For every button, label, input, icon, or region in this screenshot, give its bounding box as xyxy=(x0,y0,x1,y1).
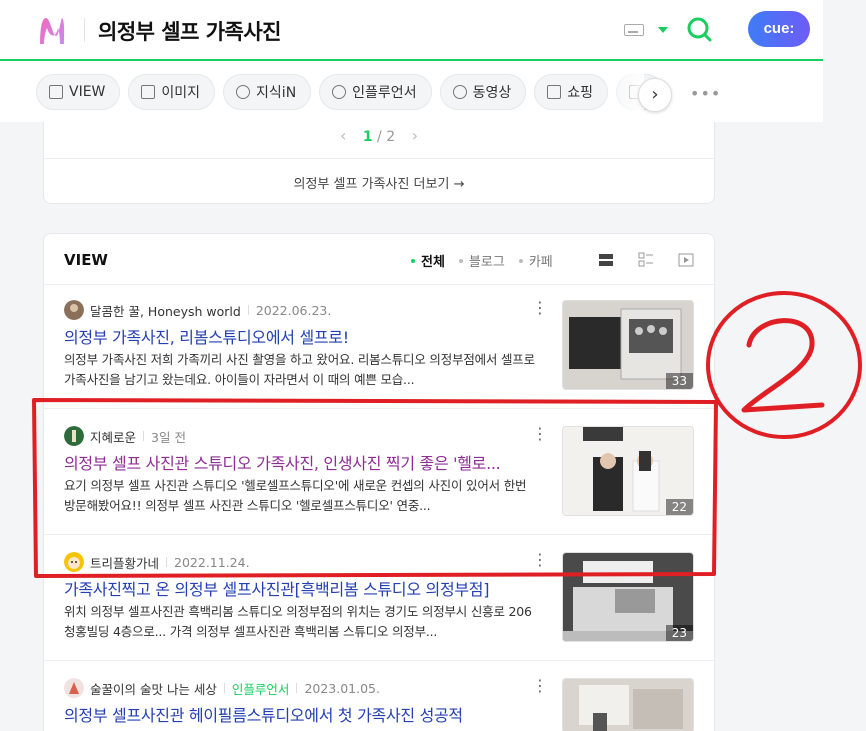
divider xyxy=(44,284,714,285)
annotation-highlight-box xyxy=(32,398,718,578)
tab-label: 쇼핑 xyxy=(567,85,593,101)
bag-icon xyxy=(547,85,562,99)
divider xyxy=(44,158,714,159)
post-date: 2023.01.05. xyxy=(304,680,380,696)
avatar[interactable] xyxy=(64,678,84,698)
tab-influencer[interactable]: 인플루언서 xyxy=(319,74,432,110)
q-icon xyxy=(236,85,251,99)
search-header: 의정부 셀프 가족사진 cue: VIEW 이미지 지식iN 인플루언서 동영상… xyxy=(0,0,823,122)
image-count-badge: 23 xyxy=(665,625,693,641)
video-view-icon[interactable] xyxy=(678,252,694,268)
filter-cafe[interactable]: 카페 xyxy=(519,251,553,270)
filter-blog[interactable]: 블로그 xyxy=(459,251,505,270)
chevron-down-icon[interactable] xyxy=(658,27,668,33)
search-icon[interactable] xyxy=(686,16,712,42)
more-results-link[interactable]: 의정부 셀프 가족사진 더보기 → xyxy=(44,173,714,192)
divider xyxy=(44,660,714,661)
more-options-icon[interactable]: ••• xyxy=(690,84,721,103)
header-divider xyxy=(84,18,85,42)
tab-video[interactable]: 동영상 xyxy=(439,74,527,110)
item-description[interactable]: 위치 의정부 셀프사진관 흑백리봄 스튜디오 의정부점의 위치는 경기도 의정부… xyxy=(64,602,536,642)
person-icon xyxy=(332,85,347,99)
item-meta: 달콤한 꿀, Honeysh world 2022.06.23. xyxy=(64,300,331,320)
influencer-badge: 인플루언서 xyxy=(231,681,290,697)
image-count-badge: 33 xyxy=(665,373,693,389)
total-pages: 2 xyxy=(386,129,396,145)
play-icon xyxy=(452,85,467,99)
thumbnail-image xyxy=(563,679,693,731)
pagination-box: ‹ 1 / 2 › 의정부 셀프 가족사진 더보기 → xyxy=(43,122,715,204)
item-title-link[interactable]: 가족사진찍고 온 의정부 셀프사진관[흑백리봄 스튜디오 의정부점] xyxy=(64,576,544,600)
tab-label: VIEW xyxy=(69,84,106,100)
kebab-menu-icon[interactable]: ⋮ xyxy=(532,300,548,316)
current-page[interactable]: 1 xyxy=(363,129,373,145)
list-item: 술꿀이의 술맛 나는 세상 인플루언서 2023.01.05. ⋮ 의정부 셀프… xyxy=(64,678,694,731)
item-thumbnail[interactable]: 33 xyxy=(562,300,694,390)
document-icon xyxy=(49,85,63,99)
author-name[interactable]: 달콤한 꿀, Honeysh world xyxy=(90,301,241,320)
tab-label: 이미지 xyxy=(161,85,201,101)
tab-view[interactable]: VIEW xyxy=(36,74,121,110)
naver-logo-icon[interactable] xyxy=(36,14,68,46)
section-title: VIEW xyxy=(64,251,108,269)
item-thumbnail[interactable] xyxy=(562,678,694,731)
search-query-input[interactable]: 의정부 셀프 가족사진 xyxy=(98,16,282,46)
list-view-icon[interactable] xyxy=(598,252,614,268)
meta-separator xyxy=(223,683,225,693)
chevron-right-icon[interactable]: › xyxy=(638,78,672,112)
item-description[interactable]: 의정부 가족사진 저희 가족끼리 사진 촬영을 하고 왔어요. 리봄스튜디오 의… xyxy=(64,350,536,390)
item-title-link[interactable]: 의정부 셀프사진관 헤이필름스튜디오에서 첫 가족사진 성공적 xyxy=(64,702,544,726)
prev-page-icon[interactable]: ‹ xyxy=(340,126,346,145)
kebab-menu-icon[interactable]: ⋮ xyxy=(532,678,548,694)
thumbnail-view-icon[interactable] xyxy=(638,252,654,268)
author-name[interactable]: 술꿀이의 술맛 나는 세상 xyxy=(90,679,217,698)
tab-label: 동영상 xyxy=(472,85,512,101)
cue-button[interactable]: cue: xyxy=(748,11,810,47)
filter-all[interactable]: 전체 xyxy=(411,251,445,270)
next-page-icon[interactable]: › xyxy=(412,126,418,145)
pagination: ‹ 1 / 2 › xyxy=(44,126,714,145)
view-filters: 전체 블로그 카페 xyxy=(411,251,553,270)
tab-label: 지식iN xyxy=(256,85,297,101)
tab-shopping[interactable]: 쇼핑 xyxy=(534,74,608,110)
tab-image[interactable]: 이미지 xyxy=(128,74,216,110)
image-icon xyxy=(141,85,156,99)
keyboard-icon[interactable] xyxy=(624,24,644,36)
tab-label: 인플루언서 xyxy=(352,85,417,101)
page-separator: / xyxy=(377,129,382,145)
search-bar: 의정부 셀프 가족사진 cue: xyxy=(0,0,823,61)
tab-kin[interactable]: 지식iN xyxy=(223,74,312,110)
item-title-link[interactable]: 의정부 가족사진, 리봄스튜디오에서 셀프로! xyxy=(64,324,544,348)
post-date: 2022.06.23. xyxy=(255,302,332,318)
meta-separator xyxy=(247,305,249,315)
avatar[interactable] xyxy=(64,300,84,320)
list-item: 달콤한 꿀, Honeysh world 2022.06.23. ⋮ 의정부 가… xyxy=(64,300,694,392)
item-meta: 술꿀이의 술맛 나는 세상 인플루언서 2023.01.05. xyxy=(64,678,380,698)
meta-separator xyxy=(296,683,298,693)
annotation-circle-2 xyxy=(706,291,862,439)
search-tabs: VIEW 이미지 지식iN 인플루언서 동영상 쇼핑 xyxy=(36,74,664,110)
